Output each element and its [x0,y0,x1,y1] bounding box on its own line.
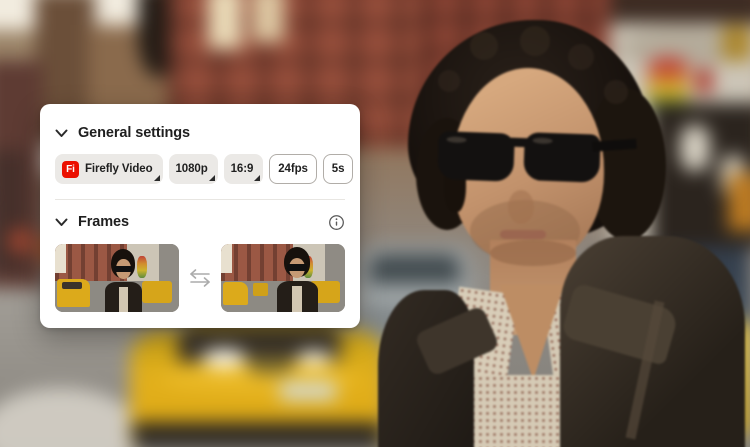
frames-info-icon[interactable] [328,214,345,231]
dropdown-corner-icon [254,175,261,181]
resolution-label: 1080p [175,163,208,175]
firefly-logo-icon: Fi [62,160,79,178]
nose-shadow [508,190,534,224]
hair-curl [604,80,628,104]
general-settings-toggle[interactable]: General settings [55,124,345,142]
section-divider [55,199,345,200]
jaw-shadow [490,240,576,266]
mouth [500,230,546,239]
hair-curl [438,70,460,92]
thumb-taxi-right [141,281,172,304]
model-select-button[interactable]: Fi Firefly Video [55,154,163,184]
general-settings-label: General settings [78,125,191,141]
chevron-down-icon [55,129,68,138]
first-frame-thumbnail[interactable] [55,244,179,312]
model-select-label: Firefly Video [85,163,153,175]
hair-curl [568,44,594,70]
dropdown-corner-icon [153,175,160,181]
dropdown-corner-icon [208,175,215,181]
frames-toggle[interactable]: Frames [55,213,129,231]
hair-curl [520,26,550,56]
frames-label: Frames [78,214,129,230]
duration-label: 5s [331,163,345,175]
resolution-select-button[interactable]: 1080p [168,154,218,184]
thumb-taxi-left [223,282,249,306]
aspect-ratio-label: 16:9 [230,163,254,175]
general-settings-controls: Fi Firefly Video 1080p 16:9 24fps 5s [55,154,354,184]
thumb-man-figure [276,247,318,312]
sunglasses [435,127,637,189]
swap-frames-button[interactable] [179,268,221,288]
fps-button[interactable]: 24fps [269,154,317,184]
chevron-down-icon [55,218,68,227]
video-settings-panel: General settings Fi Firefly Video 1080p … [40,104,360,328]
firefly-video-screenshot: General settings Fi Firefly Video 1080p … [0,0,750,447]
sunglasses-bridge [510,137,529,148]
swap-arrows-icon [188,268,212,288]
aspect-ratio-select-button[interactable]: 16:9 [223,154,264,184]
fps-label: 24fps [278,163,308,175]
hair-curl [470,32,498,60]
last-frame-thumbnail[interactable] [221,244,345,312]
thumb-man-figure [104,249,142,312]
duration-button[interactable]: 5s [322,154,354,184]
